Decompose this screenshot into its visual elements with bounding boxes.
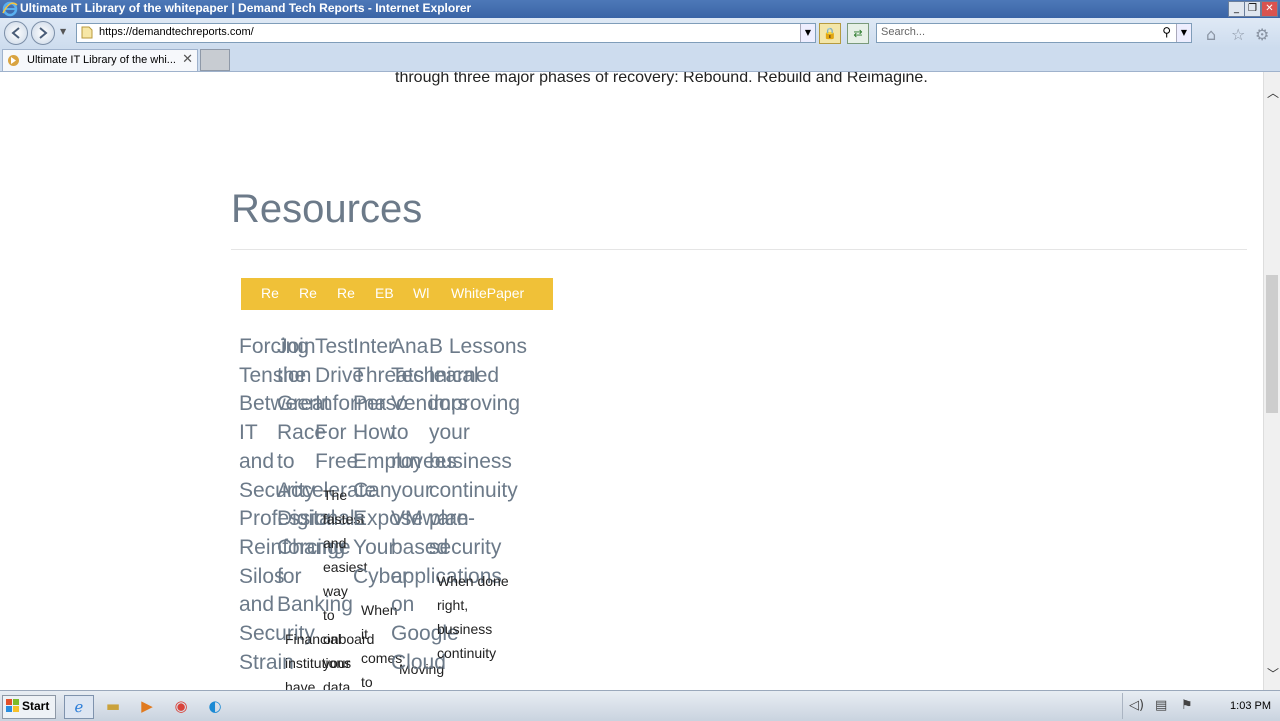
- scroll-up-icon[interactable]: ︿: [1267, 84, 1279, 101]
- url-text[interactable]: https://demandtechreports.com/: [99, 26, 254, 38]
- volume-icon[interactable]: ◁): [1129, 698, 1144, 713]
- ie-taskbar-icon[interactable]: ℯ: [64, 695, 94, 719]
- chrome-icon[interactable]: ◉: [167, 695, 195, 717]
- settings-gear-icon[interactable]: ⚙: [1255, 25, 1269, 44]
- search-dropdown-icon[interactable]: ▼: [1176, 24, 1191, 42]
- tab-strip: Ultimate IT Library of the whi... ✕: [0, 48, 1280, 72]
- windows-taskbar: Start ℯ ▬ ▶ ◉ ◐ ◁) ▤ ⚑ 1:03 PM: [0, 690, 1280, 721]
- search-icon[interactable]: ⚲: [1162, 25, 1171, 39]
- vertical-scrollbar[interactable]: ︿ ﹀: [1263, 72, 1280, 690]
- system-tray: ◁) ▤ ⚑ 1:03 PM: [1122, 693, 1279, 719]
- resource-card-body: When done right, business continuity: [437, 573, 509, 661]
- home-icon[interactable]: ⌂: [1206, 25, 1216, 44]
- search-box[interactable]: Search... ⚲ ▼: [876, 23, 1192, 43]
- forward-button[interactable]: [31, 21, 55, 45]
- clock: 1:03 PM: [1230, 700, 1271, 712]
- scroll-down-icon[interactable]: ﹀: [1267, 665, 1279, 682]
- resources-heading: Resources: [231, 187, 423, 231]
- resource-card-title[interactable]: Ana Technical Vendors to run your VMware…: [391, 333, 502, 677]
- back-button[interactable]: [4, 21, 28, 45]
- resource-category-tabs: Re Re Re EB Wl WhitePaper: [241, 278, 553, 310]
- browser-tab[interactable]: Ultimate IT Library of the whi... ✕: [2, 49, 198, 71]
- edge-icon[interactable]: ◐: [201, 695, 229, 717]
- forward-arrow-icon: [39, 27, 48, 39]
- resource-card-title[interactable]: Test Drive Informa For Free: [315, 333, 386, 477]
- category-tab[interactable]: Re: [261, 285, 281, 301]
- restore-button[interactable]: ❐: [1244, 1, 1261, 17]
- media-player-icon[interactable]: ▶: [133, 695, 161, 717]
- history-dropdown-icon[interactable]: ▼: [60, 27, 66, 36]
- tab-close-icon[interactable]: ✕: [182, 52, 193, 67]
- search-placeholder[interactable]: Search...: [881, 26, 925, 38]
- category-tab-whitepaper[interactable]: WhitePaper: [451, 285, 541, 301]
- category-tab[interactable]: Wl: [413, 285, 433, 301]
- resource-card-title[interactable]: Forcing Tension Between IT and Security …: [239, 333, 365, 677]
- navigation-bar: ▼ https://demandtechreports.com/ ▼ 🔒 ⇄ S…: [0, 18, 1280, 48]
- windows-logo-icon: [6, 699, 19, 712]
- address-bar[interactable]: https://demandtechreports.com/ ▼: [76, 23, 816, 43]
- address-dropdown-icon[interactable]: ▼: [800, 24, 815, 42]
- tab-label[interactable]: Ultimate IT Library of the whi...: [27, 54, 176, 66]
- network-icon[interactable]: ▤: [1155, 698, 1167, 713]
- resource-card-title[interactable]: Inter Threats Perso How Employees Can Ex…: [353, 333, 457, 591]
- category-tab[interactable]: Re: [299, 285, 319, 301]
- explorer-folder-icon[interactable]: ▬: [99, 695, 127, 717]
- anyrun-watermark: ANY RUN: [1040, 682, 1244, 690]
- close-window-button[interactable]: ✕: [1261, 1, 1278, 17]
- category-tab[interactable]: Re: [337, 285, 357, 301]
- refresh-icon[interactable]: ⇄: [847, 23, 869, 44]
- internet-explorer-icon: [2, 1, 18, 17]
- back-arrow-icon: [11, 27, 20, 39]
- page-viewport: through three major phases of recovery: …: [0, 72, 1263, 690]
- start-button[interactable]: Start: [2, 695, 56, 719]
- category-tab[interactable]: EB: [375, 285, 397, 301]
- resource-card-title[interactable]: Join the Great Race to Accelerate Digita…: [277, 333, 376, 620]
- lock-icon[interactable]: 🔒: [819, 23, 841, 44]
- scrollbar-thumb[interactable]: [1266, 275, 1278, 413]
- tab-favicon-icon: [8, 55, 19, 66]
- window-title: Ultimate IT Library of the whitepaper | …: [20, 1, 472, 15]
- section-divider: [231, 249, 1247, 250]
- new-tab-button[interactable]: [200, 49, 230, 71]
- action-center-flag-icon[interactable]: ⚑: [1181, 698, 1193, 713]
- favorites-star-icon[interactable]: ☆: [1231, 25, 1245, 44]
- minimize-button[interactable]: _: [1228, 1, 1245, 17]
- resource-card-title[interactable]: B Lessons learned improving your busines…: [429, 333, 539, 563]
- page-favicon-icon: [81, 26, 93, 39]
- start-label[interactable]: Start: [22, 699, 49, 713]
- intro-paragraph: through three major phases of recovery: …: [395, 72, 928, 86]
- window-title-bar: Ultimate IT Library of the whitepaper | …: [0, 0, 1280, 18]
